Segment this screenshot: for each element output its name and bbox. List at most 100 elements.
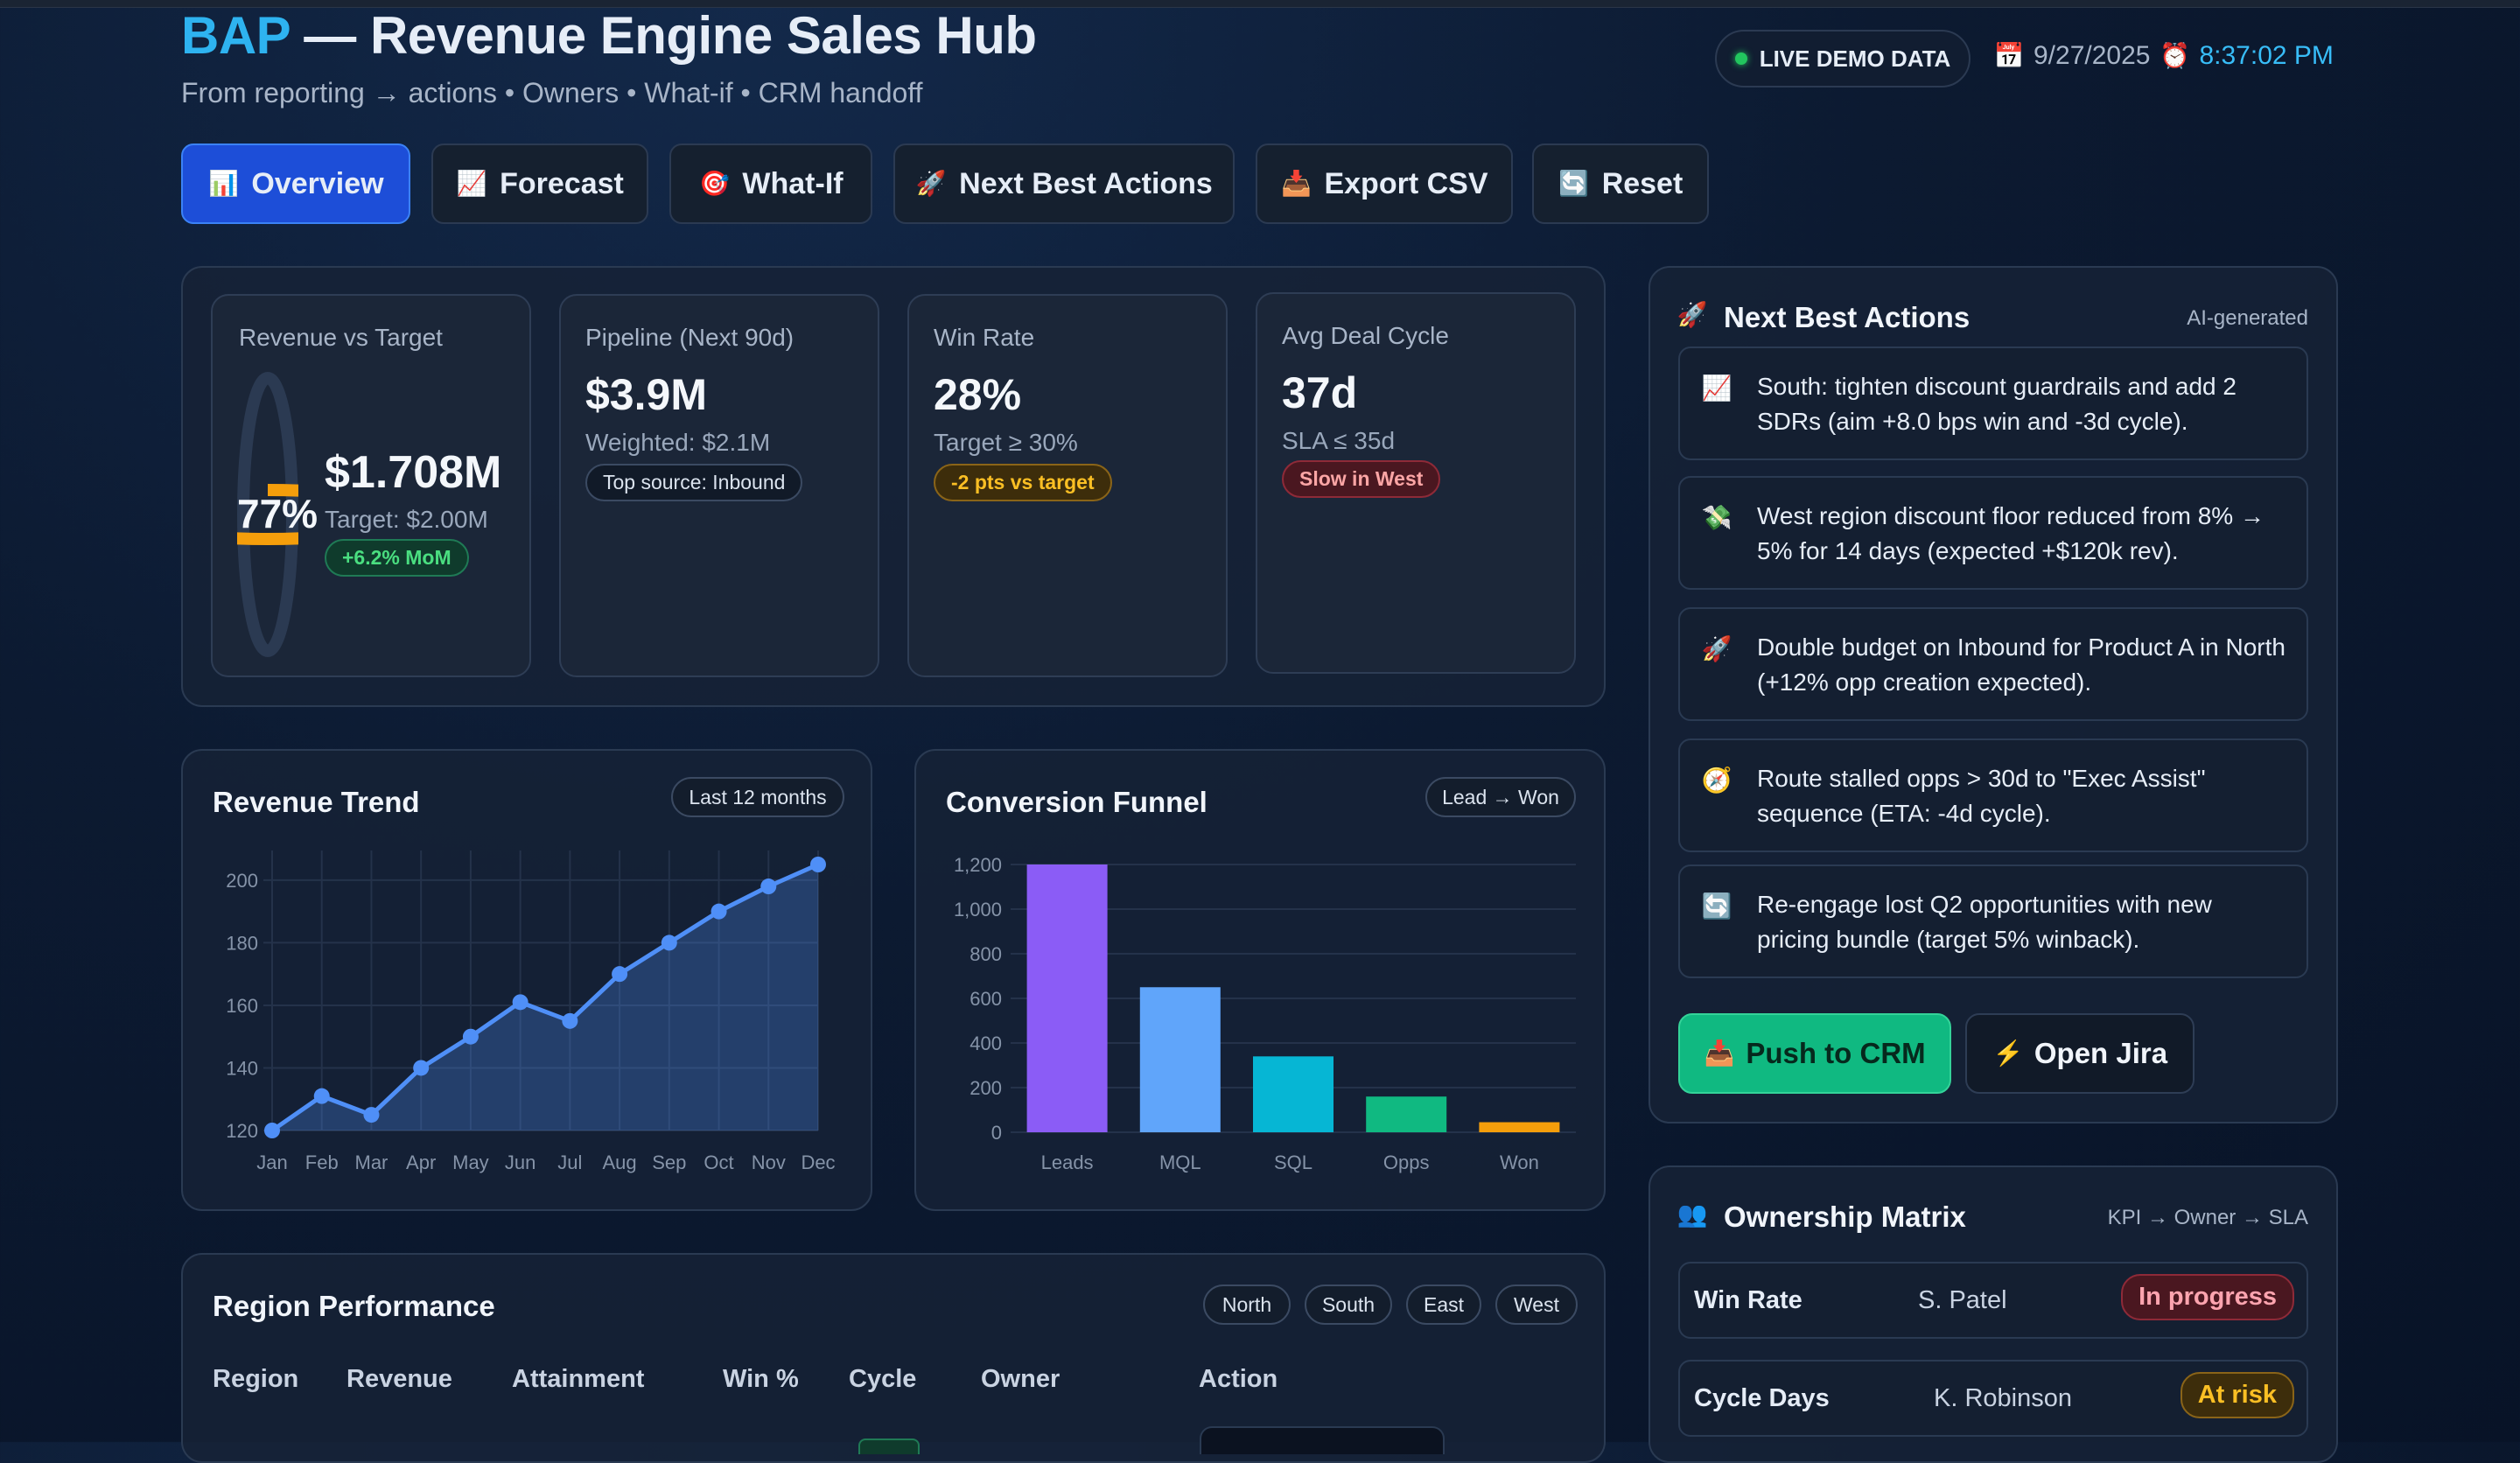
region-chip-east[interactable]: East <box>1406 1284 1481 1325</box>
region-chip-west[interactable]: West <box>1495 1284 1578 1325</box>
target-icon: 🎯 <box>698 170 730 197</box>
ownership-row[interactable]: Win Rate S. Patel In progress <box>1678 1262 2308 1339</box>
y-tick-label: 800 <box>970 943 1002 965</box>
current-date: 9/27/2025 <box>2034 41 2151 70</box>
action-select-edge[interactable] <box>1200 1426 1445 1454</box>
live-demo-badge: LIVE DEMO DATA <box>1715 30 1970 88</box>
nba-item[interactable]: 💸 West region discount floor reduced fro… <box>1678 476 2308 590</box>
tab-label: Overview <box>251 166 384 200</box>
brand-name: BAP <box>181 6 290 65</box>
reset-button[interactable]: 🔄 Reset <box>1532 144 1709 224</box>
rocket-icon: 🚀 <box>915 170 947 197</box>
funnel-bar <box>1479 1122 1560 1132</box>
calendar-icon: 📅 <box>1993 42 2025 69</box>
nba-text: West region discount floor reduced from … <box>1757 502 2264 564</box>
status-badge: In progress <box>2121 1274 2294 1320</box>
live-dot-icon <box>1734 52 1747 65</box>
col-header-region: Region <box>213 1365 299 1393</box>
tab-label: What-If <box>742 166 844 200</box>
kpi-name: Win Rate <box>1694 1286 1802 1314</box>
nba-title: Next Best Actions <box>1724 301 1970 333</box>
nba-item[interactable]: 📈 South: tighten discount guardrails and… <box>1678 346 2308 460</box>
y-tick-label: 200 <box>226 870 258 892</box>
revenue-trend-chart: 120 140 160 180 200 Jan Feb Mar Apr May Jun Jul Aug S… <box>226 850 836 1173</box>
x-tick-label: Feb <box>305 1152 339 1173</box>
lightning-icon: ⚡ <box>1992 1040 2024 1067</box>
region-performance-panel: Region Performance North South East West <box>181 1253 1606 1463</box>
x-tick-label: Oct <box>704 1152 733 1173</box>
nba-item[interactable]: 🔄 Re-engage lost Q2 opportunities with n… <box>1678 864 2308 978</box>
kpi-label: Revenue vs Target <box>239 324 443 351</box>
kpi-value: 37d <box>1282 368 1358 417</box>
datetime-display: 📅 9/27/2025 ⏰ 8:37:02 PM <box>1993 40 2334 72</box>
kpi-label: Pipeline (Next 90d) <box>585 324 794 351</box>
trend-up-icon: 📈 <box>1701 374 1732 402</box>
kpi-card-revenue: Revenue vs Target 77% $1.708M Target: $2… <box>211 294 531 677</box>
kpi-value: 28% <box>934 370 1022 419</box>
revenue-point <box>810 857 826 872</box>
ownership-row[interactable]: Cycle Days K. Robinson At risk <box>1678 1360 2308 1437</box>
revenue-point <box>612 966 628 983</box>
tab-forecast[interactable]: 📈 Forecast <box>431 144 648 224</box>
x-tick-label: Opps <box>1383 1152 1430 1173</box>
ai-generated-tag: AI-generated <box>2187 306 2308 330</box>
nba-item[interactable]: 🧭 Route stalled opps > 30d to "Exec Assi… <box>1678 738 2308 852</box>
compass-icon: 🧭 <box>1701 766 1732 794</box>
x-tick-label: MQL <box>1159 1152 1201 1173</box>
revenue-point <box>710 903 727 920</box>
revenue-point <box>413 1060 430 1076</box>
revenue-point <box>661 934 677 951</box>
x-tick-label: May <box>452 1152 489 1173</box>
y-tick-label: 160 <box>226 995 258 1017</box>
kpi-sub: Weighted: $2.1M <box>585 429 771 456</box>
live-label: LIVE DEMO DATA <box>1759 45 1951 72</box>
source-badge: Top source: Inbound <box>585 464 803 501</box>
x-tick-label: Jan <box>256 1152 287 1173</box>
kpi-sub: Target: $2.00M <box>325 506 488 533</box>
revenue-point <box>264 1123 280 1138</box>
x-tick-label: Sep <box>652 1152 686 1173</box>
region-chip-south[interactable]: South <box>1305 1284 1392 1325</box>
x-tick-label: SQL <box>1274 1152 1312 1173</box>
revenue-point <box>760 878 777 895</box>
inbox-tray-icon: 📥 <box>1704 1040 1735 1067</box>
people-icon: 👥 <box>1676 1200 1708 1228</box>
open-jira-button[interactable]: ⚡ Open Jira <box>1965 1013 2194 1094</box>
status-badge: At risk <box>2180 1372 2294 1418</box>
kpi-sub: Target ≥ 30% <box>934 429 1078 456</box>
export-csv-button[interactable]: 📥 Export CSV <box>1256 144 1513 224</box>
ownership-title: Ownership Matrix <box>1724 1200 1966 1233</box>
funnel-bar <box>1026 864 1108 1132</box>
col-header-attainment: Attainment <box>512 1365 645 1393</box>
x-tick-label: Aug <box>603 1152 637 1173</box>
tab-label: Reset <box>1601 166 1684 200</box>
x-tick-label: Apr <box>406 1152 436 1173</box>
tab-overview[interactable]: 📊 Overview <box>181 144 410 224</box>
y-tick-label: 200 <box>970 1077 1002 1099</box>
kpi-card-deal-cycle: Avg Deal Cycle 37d SLA ≤ 35d Slow in Wes… <box>1256 292 1576 674</box>
col-header-revenue: Revenue <box>346 1365 452 1393</box>
kpi-value: $1.708M <box>325 447 502 498</box>
revenue-trend-panel: Revenue Trend Last 12 months 120 140 160 18… <box>181 749 872 1211</box>
nba-item[interactable]: 🚀 Double budget on Inbound for Product A… <box>1678 607 2308 721</box>
y-tick-label: 600 <box>970 988 1002 1010</box>
tab-next-best-actions[interactable]: 🚀 Next Best Actions <box>893 144 1235 224</box>
ownership-tag: KPI → Owner → SLA <box>2107 1206 2308 1229</box>
gauge-percent: 77% <box>237 491 318 536</box>
nba-text: Re-engage lost Q2 opportunities with new… <box>1757 891 2212 953</box>
owner-name: K. Robinson <box>1934 1384 2072 1412</box>
x-tick-label: Won <box>1500 1152 1539 1173</box>
region-title: Region Performance <box>213 1290 495 1322</box>
x-tick-label: Mar <box>355 1152 388 1173</box>
nba-text: Double budget on Inbound for Product A i… <box>1757 634 2286 696</box>
target-delta-badge: -2 pts vs target <box>934 464 1112 501</box>
tab-what-if[interactable]: 🎯 What-If <box>669 144 872 224</box>
region-chip-north[interactable]: North <box>1203 1284 1291 1325</box>
push-to-crm-button[interactable]: 📥 Push to CRM <box>1678 1013 1951 1094</box>
kpi-label: Win Rate <box>934 324 1035 351</box>
current-time: 8:37:02 PM <box>2199 41 2334 70</box>
revenue-point <box>363 1107 380 1124</box>
x-tick-label: Jul <box>557 1152 582 1173</box>
alarm-clock-icon: ⏰ <box>2160 42 2190 69</box>
revenue-point <box>512 994 528 1011</box>
